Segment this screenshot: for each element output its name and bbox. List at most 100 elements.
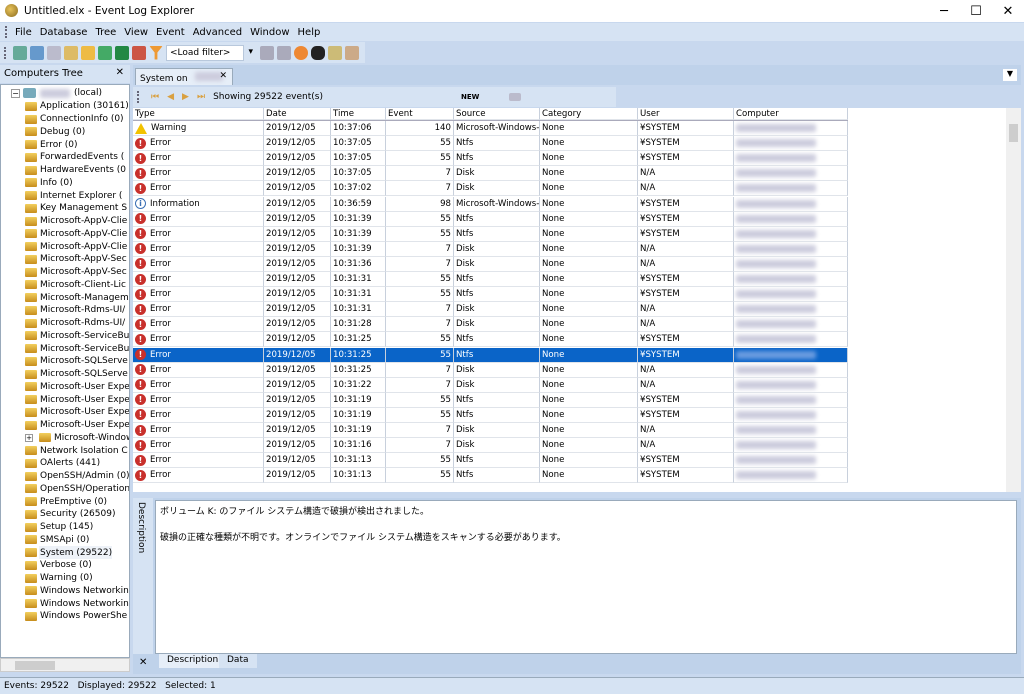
print-icon[interactable] [509, 93, 522, 101]
tree-item[interactable]: Key Management S [25, 202, 127, 215]
new-button[interactable]: NEW [461, 93, 479, 101]
tree-item[interactable]: HardwareEvents (0 [25, 164, 126, 177]
table-row[interactable]: ! Error 2019/12/05 10:31:36 7 Disk None N/A [133, 256, 848, 272]
table-row[interactable]: ! Error 2019/12/05 10:31:31 7 Disk None N/A [133, 302, 848, 318]
tree-root-computer[interactable]: − (local) [11, 87, 102, 100]
preview-icon[interactable] [328, 45, 342, 60]
table-row[interactable]: ! Error 2019/12/05 10:37:02 7 Disk None N/A [133, 181, 848, 197]
find-binoculars-icon[interactable] [311, 45, 325, 60]
tree-item[interactable]: Warning (0) [25, 572, 93, 585]
computers-tree[interactable]: − (local) Application (30161) ConnectionI… [0, 84, 130, 658]
grid-vertical-scrollbar[interactable] [1006, 108, 1021, 492]
menu-advanced[interactable]: Advanced [189, 27, 246, 38]
column-header[interactable]: User [638, 108, 734, 120]
tree-item[interactable]: Microsoft-SQLServe [25, 368, 128, 381]
tree-item[interactable]: OpenSSH/Operation [25, 483, 129, 496]
tab-description[interactable]: Description [159, 654, 227, 668]
tree-item[interactable]: OpenSSH/Admin (0) [25, 470, 129, 483]
table-row[interactable]: ! Error 2019/12/05 10:31:31 55 Ntfs None ¥SYSTE… [133, 287, 848, 303]
tree-item[interactable]: Microsoft-User Expe [25, 381, 129, 394]
close-tab-button[interactable]: ✕ [219, 71, 227, 81]
collapse-icon[interactable]: − [11, 88, 20, 98]
menu-file[interactable]: File [11, 27, 36, 38]
table-row[interactable]: ! Error 2019/12/05 10:37:05 55 Ntfs None ¥SYSTE… [133, 136, 848, 152]
table-row[interactable]: ! Error 2019/12/05 10:31:25 55 Ntfs None ¥SYSTE… [133, 347, 848, 363]
first-page-icon[interactable]: ⏮ [151, 92, 159, 102]
menu-tree[interactable]: Tree [91, 27, 120, 38]
tree-item[interactable]: Info (0) [25, 177, 73, 190]
tree-item[interactable]: PreEmptive (0) [25, 495, 107, 508]
description-side-tab[interactable]: Description [133, 498, 153, 654]
tree-item[interactable]: System (29522) [25, 546, 113, 559]
table-row[interactable]: Warning 2019/12/05 10:37:06 140 Microsoft-Wi… [133, 121, 848, 137]
menu-window[interactable]: Window [246, 27, 293, 38]
add-computer-icon[interactable] [13, 45, 27, 60]
save-icon[interactable] [115, 45, 129, 60]
menu-view[interactable]: View [120, 27, 152, 38]
tree-item[interactable]: Microsoft-User Expe [25, 406, 129, 419]
column-header[interactable]: Computer [734, 108, 848, 120]
table-row[interactable]: i Information 2019/12/05 10:36:59 98 Microsof… [133, 196, 848, 212]
tree-item[interactable]: + Microsoft-Windows [25, 432, 129, 445]
column-header[interactable]: Type [133, 108, 264, 120]
open-folder-icon[interactable] [81, 45, 95, 60]
remove-icon[interactable] [47, 45, 61, 60]
tree-item[interactable]: Application (30161) [25, 100, 129, 113]
menu-help[interactable]: Help [294, 27, 325, 38]
tree-item[interactable]: SMSApi (0) [25, 534, 89, 547]
menu-event[interactable]: Event [152, 27, 189, 38]
tree-horizontal-scrollbar[interactable] [0, 658, 130, 672]
tab-data[interactable]: Data [219, 654, 257, 668]
tab-list-dropdown[interactable]: ▼ [1003, 69, 1017, 81]
table-row[interactable]: ! Error 2019/12/05 10:31:39 55 Ntfs None ¥SYSTE… [133, 226, 848, 242]
tree-item[interactable]: Microsoft-User Expe [25, 393, 129, 406]
column-header[interactable]: Event [386, 108, 454, 120]
tree-item[interactable]: Setup (145) [25, 521, 93, 534]
tree-item[interactable]: OAlerts (441) [25, 457, 100, 470]
table-row[interactable]: ! Error 2019/12/05 10:37:05 7 Disk None N/A [133, 166, 848, 182]
table-row[interactable]: ! Error 2019/12/05 10:31:19 55 Ntfs None ¥SYSTE… [133, 407, 848, 423]
tree-item[interactable]: Windows PowerShe [25, 610, 127, 623]
table-row[interactable]: ! Error 2019/12/05 10:31:39 7 Disk None N/A [133, 241, 848, 257]
remove-filter-icon[interactable] [260, 45, 274, 60]
filter-icon[interactable] [149, 45, 163, 60]
tree-item[interactable]: Microsoft-AppV-Sec [25, 266, 127, 279]
tree-item[interactable]: Error (0) [25, 138, 78, 151]
open-log-icon[interactable] [64, 45, 78, 60]
column-header[interactable]: Time [331, 108, 386, 120]
table-row[interactable]: ! Error 2019/12/05 10:37:05 55 Ntfs None ¥SYSTE… [133, 151, 848, 167]
close-tree-button[interactable]: ✕ [116, 67, 124, 78]
table-row[interactable]: ! Error 2019/12/05 10:31:31 55 Ntfs None ¥SYSTE… [133, 272, 848, 288]
tree-item[interactable]: Microsoft-Client-Lic [25, 279, 126, 292]
expand-icon[interactable]: + [25, 433, 33, 442]
print-icon[interactable] [345, 45, 359, 60]
table-row[interactable]: ! Error 2019/12/05 10:31:19 7 Disk None N/A [133, 423, 848, 439]
tree-item[interactable]: Microsoft-AppV-Sec [25, 253, 127, 266]
table-row[interactable]: ! Error 2019/12/05 10:31:13 55 Ntfs None ¥SYSTE… [133, 453, 848, 469]
refresh-icon[interactable] [294, 45, 308, 60]
column-header[interactable]: Source [454, 108, 540, 120]
tree-item[interactable]: Internet Explorer ( [25, 189, 122, 202]
maximize-button[interactable]: ☐ [960, 0, 992, 22]
tree-item[interactable]: Network Isolation C [25, 444, 128, 457]
tree-item[interactable]: Microsoft-AppV-Clie [25, 228, 127, 241]
tree-item[interactable]: Microsoft-ServiceBu [25, 342, 129, 355]
filter-list-icon[interactable] [277, 45, 291, 60]
tree-item[interactable]: Windows Networkin [25, 597, 129, 610]
table-row[interactable]: ! Error 2019/12/05 10:31:25 55 Ntfs None ¥SYSTE… [133, 332, 848, 348]
minimize-button[interactable]: ─ [928, 0, 960, 22]
tree-item[interactable]: Microsoft-ServiceBu [25, 330, 129, 343]
column-header[interactable]: Date [264, 108, 331, 120]
tree-item[interactable]: Microsoft-Rdms-UI/ [25, 304, 125, 317]
export-icon[interactable] [98, 45, 112, 60]
menu-database[interactable]: Database [36, 27, 92, 38]
tree-item[interactable]: Microsoft-Managem [25, 291, 129, 304]
tree-item[interactable]: Verbose (0) [25, 559, 92, 572]
table-row[interactable]: ! Error 2019/12/05 10:31:22 7 Disk None N/A [133, 377, 848, 393]
tree-item[interactable]: Microsoft-AppV-Clie [25, 240, 127, 253]
tree-item[interactable]: ForwardedEvents ( [25, 151, 124, 164]
table-row[interactable]: ! Error 2019/12/05 10:31:13 55 Ntfs None ¥SYSTE… [133, 468, 848, 484]
add-log-icon[interactable] [30, 45, 44, 60]
tree-item[interactable]: Microsoft-Rdms-UI/ [25, 317, 125, 330]
tree-item[interactable]: Microsoft-AppV-Clie [25, 215, 127, 228]
